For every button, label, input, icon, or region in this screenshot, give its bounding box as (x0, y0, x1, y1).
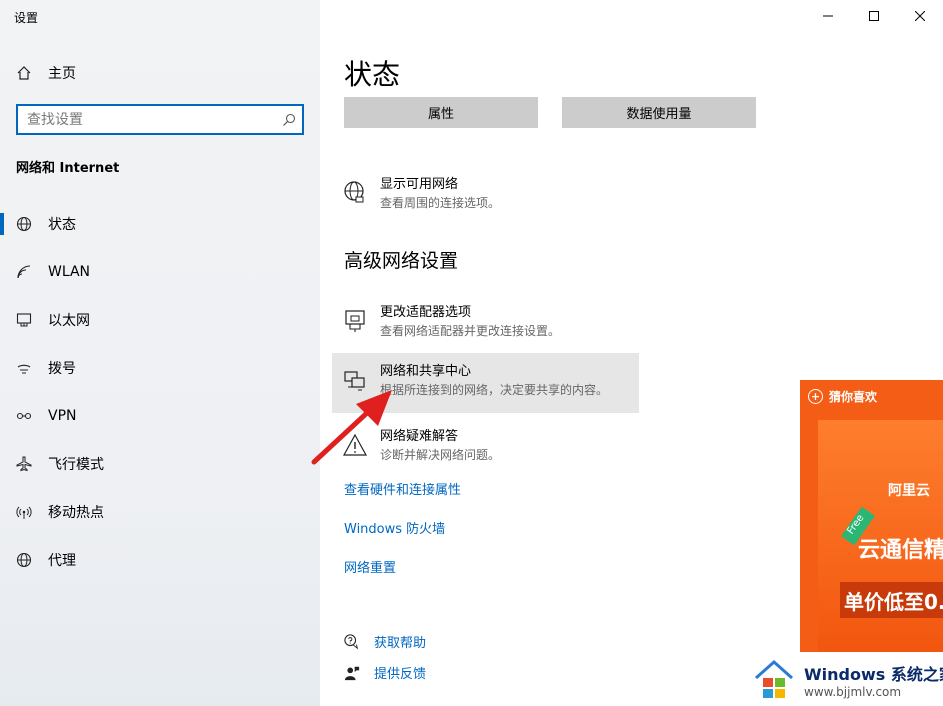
window-controls (805, 0, 943, 32)
sidebar-item-label: 飞行模式 (48, 457, 104, 473)
properties-button[interactable]: 属性 (344, 97, 538, 128)
sidebar-item-label: 拨号 (48, 361, 76, 377)
proxy-icon (16, 552, 32, 568)
adapter-desc: 查看网络适配器并更改连接设置。 (380, 324, 561, 338)
troubleshoot-desc: 诊断并解决网络问题。 (380, 448, 501, 462)
sidebar-item-airplane[interactable]: 飞行模式 (0, 440, 320, 488)
sidebar-item-proxy[interactable]: 代理 (0, 536, 320, 584)
page-title: 状态 (344, 58, 401, 91)
home-nav-item[interactable]: 主页 (16, 62, 76, 84)
get-help-link[interactable]: 获取帮助 (374, 632, 426, 651)
troubleshoot-title: 网络疑难解答 (380, 429, 459, 444)
feedback-link[interactable]: 提供反馈 (374, 663, 426, 682)
sidebar-item-dialup[interactable]: 拨号 (0, 344, 320, 392)
home-label: 主页 (48, 66, 76, 82)
ad-header-label: 猜你喜欢 (829, 389, 878, 404)
red-arrow-annotation (311, 390, 392, 465)
sharing-center-title: 网络和共享中心 (380, 364, 472, 379)
ad-plus-icon: + (808, 388, 823, 404)
sidebar-item-hotspot[interactable]: 移动热点 (0, 488, 320, 536)
sharing-center-desc: 根据所连接到的网络，决定要共享的内容。 (380, 383, 609, 397)
sidebar-item-wlan[interactable]: WLAN (0, 248, 320, 296)
vpn-icon (16, 408, 32, 424)
sidebar-item-label: VPN (48, 408, 77, 424)
ad-headline: 云通信精选 (858, 538, 943, 563)
feedback-person-icon (344, 665, 360, 681)
adapter-options-item[interactable]: 更改适配器选项 查看网络适配器并更改连接设置。 (332, 294, 639, 354)
section-title: 网络和 Internet (16, 161, 120, 176)
hardware-properties-link[interactable]: 查看硬件和连接属性 (344, 479, 461, 498)
show-networks-item[interactable]: 显示可用网络 查看周围的连接选项。 (332, 166, 639, 226)
dialup-icon (16, 360, 32, 376)
sidebar-nav: 状态 WLAN 以太网 拨号 VPN 飞行模式 移动热点 代理 (0, 200, 320, 584)
ad-brand: 阿里云 (888, 483, 930, 499)
close-icon[interactable] (897, 0, 943, 32)
sidebar-item-label: 移动热点 (48, 505, 104, 521)
watermark: Windows 系统之家 www.bjjmlv.com (752, 656, 943, 704)
advanced-settings-heading: 高级网络设置 (344, 250, 459, 272)
home-icon (16, 65, 32, 81)
sidebar: 设置 主页 网络和 Internet 状态 WLAN (0, 0, 320, 706)
sidebar-item-label: 以太网 (48, 313, 90, 329)
windows-house-logo-icon (752, 658, 796, 702)
maximize-icon[interactable] (851, 0, 897, 32)
sidebar-item-status[interactable]: 状态 (0, 200, 320, 248)
hotspot-icon (16, 504, 32, 520)
network-reset-link[interactable]: 网络重置 (344, 557, 396, 576)
search-box[interactable] (16, 104, 304, 135)
adapter-title: 更改适配器选项 (380, 305, 472, 320)
help-chat-icon (344, 633, 360, 650)
ad-header: + 猜你喜欢 (800, 380, 943, 412)
minimize-icon[interactable] (805, 0, 851, 32)
app-title: 设置 (14, 11, 39, 25)
firewall-link[interactable]: Windows 防火墙 (344, 518, 445, 537)
sidebar-item-label: WLAN (48, 264, 91, 280)
get-help-item[interactable]: 获取帮助 (344, 632, 426, 651)
sidebar-item-ethernet[interactable]: 以太网 (0, 296, 320, 344)
globe-network-icon (342, 180, 368, 206)
watermark-url: www.bjjmlv.com (804, 685, 902, 699)
ad-price: 单价低至0.032 (840, 582, 943, 618)
search-input[interactable] (27, 111, 276, 128)
globe-icon (16, 216, 32, 232)
feedback-item[interactable]: 提供反馈 (344, 663, 426, 682)
data-usage-button[interactable]: 数据使用量 (562, 97, 756, 128)
wifi-icon (16, 264, 32, 280)
sidebar-item-vpn[interactable]: VPN (0, 392, 320, 440)
ethernet-icon (16, 312, 32, 328)
show-networks-desc: 查看周围的连接选项。 (380, 196, 501, 210)
airplane-icon (16, 456, 32, 472)
adapter-icon (342, 308, 368, 334)
watermark-title: Windows 系统之家 (804, 665, 943, 684)
show-networks-title: 显示可用网络 (380, 177, 459, 192)
sidebar-item-label: 代理 (48, 553, 76, 569)
ad-popup[interactable]: + 猜你喜欢 阿里云 Free 云通信精选 单价低至0.032 (800, 380, 943, 652)
sidebar-item-label: 状态 (48, 217, 76, 233)
search-icon[interactable] (276, 113, 302, 127)
